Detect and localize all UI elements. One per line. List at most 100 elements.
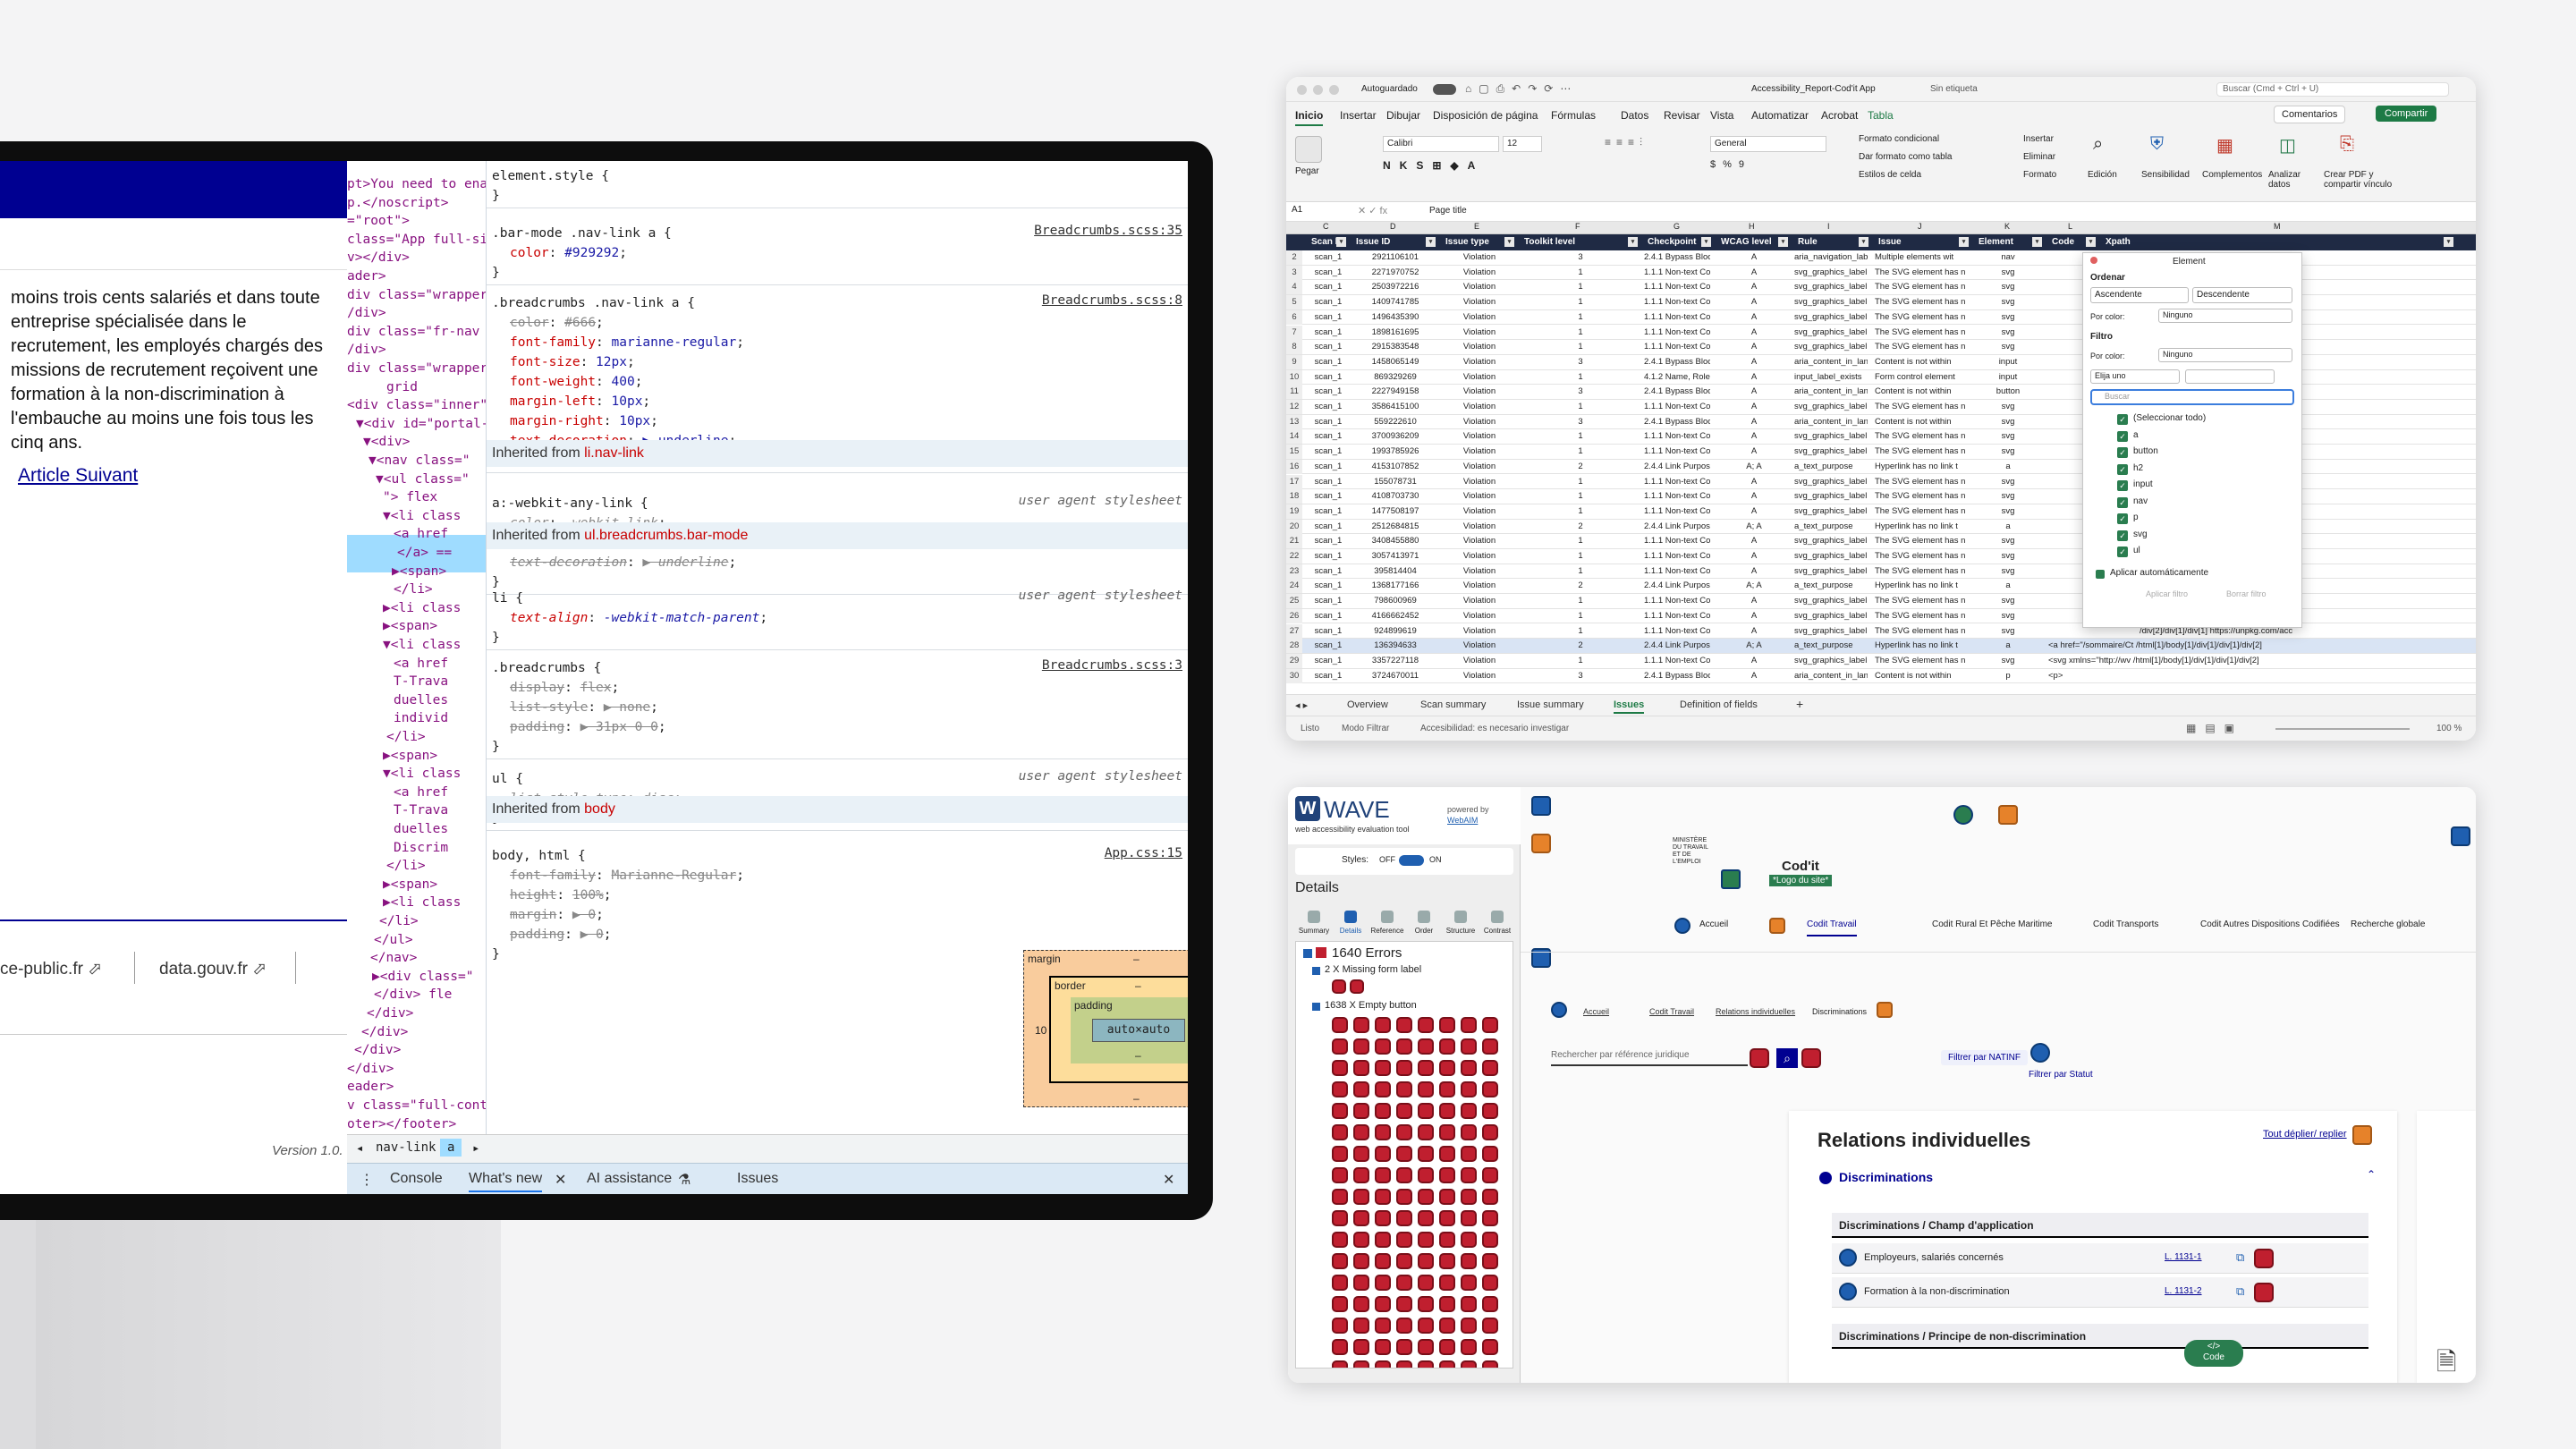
css-declaration[interactable]: color: #666; bbox=[510, 313, 604, 333]
table-cell[interactable]: scan_1 bbox=[1309, 400, 1347, 414]
empty-button-error-icon[interactable] bbox=[1439, 1360, 1455, 1368]
table-cell[interactable]: 1.1.1 Non-text Conten bbox=[1644, 654, 1710, 668]
empty-button-error-icon[interactable] bbox=[1482, 1103, 1498, 1119]
article-row[interactable]: Employeurs, salariés concernés L. 1131-1… bbox=[1832, 1243, 2368, 1274]
table-cell[interactable]: Violation bbox=[1444, 594, 1515, 608]
table-cell[interactable]: a_text_purpose bbox=[1794, 520, 1868, 534]
table-cell[interactable]: scan_1 bbox=[1309, 429, 1347, 444]
edit-label[interactable]: Edición bbox=[2088, 170, 2117, 180]
empty-button-error-icon[interactable] bbox=[1375, 1017, 1391, 1033]
breadcrumb-item-0[interactable]: Accueil bbox=[1583, 1007, 1609, 1016]
filter-dropdown-icon[interactable]: ▾ bbox=[2086, 237, 2096, 247]
empty-button-error-icon[interactable] bbox=[1353, 1210, 1369, 1226]
table-cell[interactable]: 1.1.1 Non-text Conten bbox=[1644, 295, 1710, 309]
filter-dropdown-icon[interactable]: ▾ bbox=[1426, 237, 1436, 247]
table-cell[interactable]: scan_1 bbox=[1309, 385, 1347, 399]
table-cell[interactable]: Violation bbox=[1444, 475, 1515, 489]
empty-button-error-icon[interactable] bbox=[1418, 1146, 1434, 1162]
empty-button-error-icon[interactable] bbox=[1461, 1360, 1477, 1368]
table-cell[interactable]: 1409741785 bbox=[1354, 295, 1436, 309]
table-cell[interactable]: 1 bbox=[1522, 564, 1639, 579]
wave-structure-icon[interactable] bbox=[2451, 826, 2470, 846]
column-header[interactable]: Xpath bbox=[2106, 237, 2447, 247]
footer-link-data-gouv[interactable]: data.gouv.fr ⬀ bbox=[159, 959, 267, 979]
quick-access-icons[interactable]: ⌂▢⎙↶↷⟳⋯ bbox=[1465, 82, 1578, 96]
empty-button-error-icon[interactable] bbox=[1332, 1232, 1348, 1248]
empty-button-error-icon[interactable] bbox=[1396, 1275, 1412, 1291]
empty-button-error-icon[interactable] bbox=[1353, 1253, 1369, 1269]
table-cell[interactable]: A bbox=[1719, 594, 1789, 608]
empty-button-error-icon[interactable] bbox=[1353, 1038, 1369, 1055]
css-declaration[interactable]: color: #929292; bbox=[510, 243, 627, 263]
clear-filter-button[interactable]: Borrar filtro bbox=[2226, 589, 2267, 598]
column-letter[interactable]: C bbox=[1323, 222, 1329, 231]
table-cell[interactable]: Violation bbox=[1444, 624, 1515, 639]
filter-item-checkbox[interactable]: ✓ bbox=[2117, 414, 2128, 425]
table-cell[interactable]: svg bbox=[1975, 266, 2041, 280]
filter-dropdown-icon[interactable]: ▾ bbox=[1336, 237, 1346, 247]
empty-button-error-icon[interactable] bbox=[1418, 1124, 1434, 1140]
create-pdf-label[interactable]: Crear PDF y compartir vínculo bbox=[2324, 170, 2404, 190]
table-cell[interactable]: aria_content_in_landr bbox=[1794, 385, 1868, 399]
empty-button-error-icon[interactable] bbox=[1353, 1103, 1369, 1119]
window-zoom-icon[interactable] bbox=[1329, 85, 1339, 95]
table-cell[interactable]: The SVG element has n bbox=[1875, 624, 1968, 639]
table-cell[interactable]: 2 bbox=[1522, 460, 1639, 474]
breadcrumb-item-2[interactable]: Relations individuelles bbox=[1716, 1007, 1795, 1016]
table-cell[interactable]: scan_1 bbox=[1309, 415, 1347, 429]
table-cell[interactable]: svg bbox=[1975, 340, 2041, 354]
table-cell[interactable]: svg bbox=[1975, 280, 2041, 294]
table-cell[interactable]: 3 bbox=[1522, 669, 1639, 683]
table-cell[interactable]: svg_graphics_labelled bbox=[1794, 549, 1868, 564]
wave-tab-0[interactable]: Summary bbox=[1295, 927, 1333, 935]
sheet-tab-0[interactable]: Overview bbox=[1347, 699, 1388, 710]
table-cell[interactable]: The SVG element has n bbox=[1875, 445, 1968, 459]
css-property-value[interactable]: flex bbox=[580, 681, 612, 695]
empty-button-error-icon[interactable] bbox=[1353, 1146, 1369, 1162]
empty-button-error-icon[interactable] bbox=[1396, 1124, 1412, 1140]
empty-button-error-icon[interactable] bbox=[1418, 1210, 1434, 1226]
conditional-format-button[interactable]: Formato condicional bbox=[1859, 134, 1939, 144]
table-cell[interactable]: Hyperlink has no link t bbox=[1875, 579, 1968, 593]
table-cell[interactable]: scan_1 bbox=[1309, 579, 1347, 593]
css-declaration[interactable]: font-weight: 400; bbox=[510, 372, 642, 392]
table-cell[interactable]: svg bbox=[1975, 624, 2041, 639]
table-row[interactable]: 30 scan_1 3724670011 Violation 3 2.4.1 Bypass… bbox=[1286, 668, 2476, 684]
table-cell[interactable]: Violation bbox=[1444, 429, 1515, 444]
table-cell[interactable]: svg bbox=[1975, 564, 2041, 579]
table-cell[interactable]: svg_graphics_labelled bbox=[1794, 429, 1868, 444]
table-cell[interactable]: The SVG element has n bbox=[1875, 609, 1968, 623]
empty-button-error-icon[interactable] bbox=[1375, 1124, 1391, 1140]
table-cell[interactable]: 1.1.1 Non-text Conten bbox=[1644, 445, 1710, 459]
ribbon-tab-6[interactable]: Revisar bbox=[1664, 109, 1700, 122]
table-cell[interactable]: The SVG element has n bbox=[1875, 429, 1968, 444]
css-rule-source[interactable]: App.css:15 bbox=[1105, 846, 1182, 860]
empty-button-error-icon[interactable] bbox=[1396, 1189, 1412, 1205]
sort-descending-button[interactable]: Descendente bbox=[2192, 287, 2292, 303]
table-cell[interactable]: The SVG element has n bbox=[1875, 654, 1968, 668]
empty-button-error-icon[interactable] bbox=[1396, 1103, 1412, 1119]
empty-button-error-icon[interactable] bbox=[1396, 1318, 1412, 1334]
table-cell[interactable]: scan_1 bbox=[1309, 489, 1347, 504]
table-cell[interactable]: Violation bbox=[1444, 609, 1515, 623]
table-row[interactable]: 28 scan_1 136394633 Violation 2 2.4.4 Link Pu… bbox=[1286, 639, 2476, 654]
missing-label-checkbox[interactable] bbox=[1312, 967, 1320, 975]
table-cell[interactable]: Violation bbox=[1444, 445, 1515, 459]
table-cell[interactable]: Violation bbox=[1444, 639, 1515, 653]
empty-button-error-icon[interactable] bbox=[1332, 1081, 1348, 1097]
autosave-toggle[interactable] bbox=[1433, 84, 1456, 95]
table-cell[interactable]: svg bbox=[1975, 654, 2041, 668]
css-property-value[interactable]: 12px bbox=[596, 355, 627, 369]
table-cell[interactable]: Violation bbox=[1444, 400, 1515, 414]
table-cell[interactable]: 155078731 bbox=[1354, 475, 1436, 489]
empty-button-error-icon[interactable] bbox=[1418, 1017, 1434, 1033]
empty-button-error-icon[interactable] bbox=[1482, 1017, 1498, 1033]
table-cell[interactable]: 2.4.1 Bypass Blocks bbox=[1644, 250, 1710, 265]
css-declaration[interactable]: height: 100%; bbox=[510, 886, 612, 905]
empty-button-error-icon[interactable] bbox=[1375, 1275, 1391, 1291]
empty-button-error-icon[interactable] bbox=[1418, 1060, 1434, 1076]
table-cell[interactable]: The SVG element has n bbox=[1875, 340, 1968, 354]
ribbon-tab-5[interactable]: Datos bbox=[1621, 109, 1648, 122]
table-cell[interactable]: 2.4.4 Link Purpose (In bbox=[1644, 520, 1710, 534]
column-letter[interactable]: L bbox=[2068, 222, 2072, 231]
